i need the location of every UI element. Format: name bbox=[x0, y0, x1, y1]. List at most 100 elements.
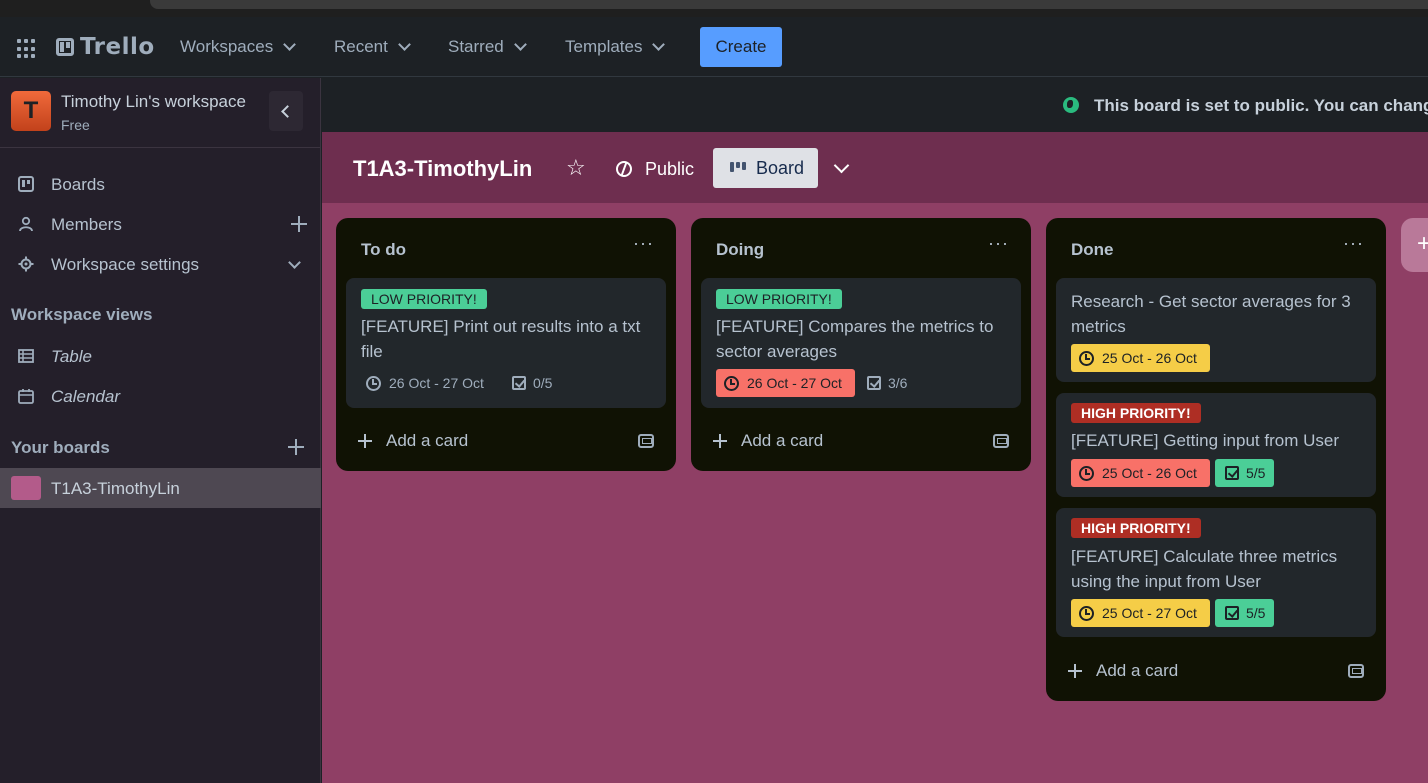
checklist-icon bbox=[1225, 606, 1239, 620]
list-title[interactable]: To do bbox=[361, 240, 406, 260]
workspace-header: T Timothy Lin's workspace Free bbox=[0, 78, 321, 148]
plus-icon bbox=[358, 434, 372, 448]
list-doing: Doing ··· LOW PRIORITY! [FEATURE] Compar… bbox=[691, 218, 1031, 471]
workspace-views-heading: Workspace views bbox=[11, 305, 153, 324]
card-template-icon[interactable] bbox=[993, 434, 1009, 448]
calendar-icon bbox=[18, 389, 34, 404]
checklist-icon bbox=[1225, 466, 1239, 480]
sidebar-board-item[interactable]: T1A3-TimothyLin bbox=[0, 468, 321, 508]
clock-icon bbox=[366, 375, 381, 391]
priority-label: HIGH PRIORITY! bbox=[1071, 518, 1201, 538]
sidebar: T Timothy Lin's workspace Free Boards Me… bbox=[0, 78, 321, 783]
chevron-down-icon[interactable] bbox=[288, 256, 301, 269]
list-menu-icon[interactable]: ··· bbox=[633, 234, 654, 252]
sidebar-item-members[interactable]: Members bbox=[0, 204, 321, 244]
nav-recent[interactable]: Recent bbox=[334, 34, 411, 60]
add-member-icon[interactable] bbox=[291, 216, 307, 232]
chevron-down-icon bbox=[513, 38, 527, 51]
board-color-swatch bbox=[11, 476, 41, 500]
card-template-icon[interactable] bbox=[1348, 664, 1364, 678]
browser-address-bar bbox=[150, 0, 1428, 9]
board-header: T1A3-TimothyLin ☆ Public Board bbox=[322, 132, 1428, 203]
sidebar-item-table[interactable]: Table bbox=[0, 336, 321, 376]
star-icon[interactable]: ☆ bbox=[566, 157, 586, 179]
board-view-label: Board bbox=[756, 158, 805, 178]
create-button[interactable]: Create bbox=[700, 27, 782, 67]
visibility-label: Public bbox=[645, 158, 695, 179]
public-notice-text: This board is set to public. You can cha… bbox=[1094, 96, 1428, 115]
workspace-name: Timothy Lin's workspace bbox=[61, 92, 246, 111]
checklist-icon bbox=[867, 376, 881, 390]
add-card-button[interactable]: Add a card bbox=[713, 428, 823, 454]
checklist-badge: 3/6 bbox=[857, 369, 907, 397]
sidebar-item-boards[interactable]: Boards bbox=[0, 164, 321, 204]
sidebar-item-label: Table bbox=[51, 347, 92, 366]
trello-logo-icon bbox=[56, 38, 74, 56]
clock-icon bbox=[1079, 350, 1094, 366]
browser-tab-strip bbox=[0, 0, 1428, 17]
due-date-badge: 25 Oct - 26 Oct bbox=[1071, 459, 1210, 487]
board-view-button[interactable]: Board bbox=[713, 148, 818, 188]
checklist-badge: 0/5 bbox=[502, 369, 552, 397]
due-date-badge: 25 Oct - 27 Oct bbox=[1071, 599, 1210, 627]
table-icon bbox=[18, 349, 34, 363]
visibility-button[interactable]: Public bbox=[616, 157, 694, 181]
plus-icon bbox=[1068, 664, 1082, 678]
card-title: [FEATURE] Print out results into a txt f… bbox=[361, 317, 641, 361]
workspace-avatar[interactable]: T bbox=[11, 91, 51, 131]
sidebar-item-label: Workspace settings bbox=[51, 255, 200, 274]
your-boards-heading: Your boards bbox=[11, 438, 110, 457]
plus-icon bbox=[713, 434, 727, 448]
person-icon bbox=[19, 216, 33, 232]
card[interactable]: LOW PRIORITY! [FEATURE] Print out result… bbox=[346, 278, 666, 408]
public-notice-bar: This board is set to public. You can cha… bbox=[322, 78, 1428, 132]
sidebar-item-workspace-settings[interactable]: Workspace settings bbox=[0, 244, 321, 284]
card[interactable]: Research - Get sector averages for 3 met… bbox=[1056, 278, 1376, 382]
add-board-icon[interactable] bbox=[288, 439, 304, 455]
board-view-icon bbox=[730, 162, 746, 172]
priority-label: LOW PRIORITY! bbox=[716, 289, 842, 309]
priority-label: HIGH PRIORITY! bbox=[1071, 403, 1201, 423]
due-date-badge: 26 Oct - 27 Oct bbox=[716, 369, 855, 397]
add-card-button[interactable]: Add a card bbox=[1068, 658, 1178, 684]
chevron-down-icon bbox=[398, 38, 411, 51]
card-template-icon[interactable] bbox=[638, 434, 654, 448]
due-date-badge: 26 Oct - 27 Oct bbox=[358, 369, 484, 397]
list-title[interactable]: Doing bbox=[716, 240, 764, 260]
card[interactable]: HIGH PRIORITY! [FEATURE] Calculate three… bbox=[1056, 508, 1376, 637]
trello-logo[interactable]: Trello bbox=[56, 34, 155, 60]
globe-icon bbox=[1063, 97, 1079, 113]
list-done: Done ··· Research - Get sector averages … bbox=[1046, 218, 1386, 701]
list-menu-icon[interactable]: ··· bbox=[988, 234, 1009, 252]
checklist-icon bbox=[512, 376, 526, 390]
clock-icon bbox=[1079, 465, 1094, 481]
chevron-down-icon bbox=[652, 38, 666, 51]
top-header: Trello Workspaces Recent Starred Templat… bbox=[0, 17, 1428, 77]
add-card-button[interactable]: Add a card bbox=[358, 428, 468, 454]
nav-templates[interactable]: Templates bbox=[565, 34, 666, 60]
checklist-badge: 5/5 bbox=[1215, 459, 1274, 487]
collapse-sidebar-button[interactable] bbox=[269, 91, 303, 131]
list-menu-icon[interactable]: ··· bbox=[1343, 234, 1364, 252]
list-title[interactable]: Done bbox=[1071, 240, 1114, 260]
workspace-plan: Free bbox=[61, 117, 90, 133]
nav-workspaces[interactable]: Workspaces bbox=[180, 34, 297, 60]
card-title: Research - Get sector averages for 3 met… bbox=[1071, 292, 1351, 336]
globe-icon bbox=[616, 161, 632, 177]
chevron-down-icon bbox=[283, 38, 297, 51]
sidebar-item-label: Calendar bbox=[51, 387, 120, 406]
sidebar-item-label: Boards bbox=[51, 175, 105, 194]
nav-starred[interactable]: Starred bbox=[448, 34, 527, 60]
card-title: [FEATURE] Calculate three metrics using … bbox=[1071, 547, 1338, 591]
clock-icon bbox=[724, 375, 739, 391]
card[interactable]: LOW PRIORITY! [FEATURE] Compares the met… bbox=[701, 278, 1021, 408]
sidebar-item-calendar[interactable]: Calendar bbox=[0, 376, 321, 416]
add-list-button[interactable] bbox=[1401, 218, 1428, 272]
chevron-down-icon[interactable] bbox=[833, 157, 850, 174]
app-switcher-icon[interactable] bbox=[17, 39, 37, 59]
board-title[interactable]: T1A3-TimothyLin bbox=[353, 156, 532, 182]
sidebar-item-label: Members bbox=[51, 215, 122, 234]
card[interactable]: HIGH PRIORITY! [FEATURE] Getting input f… bbox=[1056, 393, 1376, 497]
sidebar-board-label: T1A3-TimothyLin bbox=[51, 479, 180, 498]
logo-text: Trello bbox=[80, 34, 155, 60]
